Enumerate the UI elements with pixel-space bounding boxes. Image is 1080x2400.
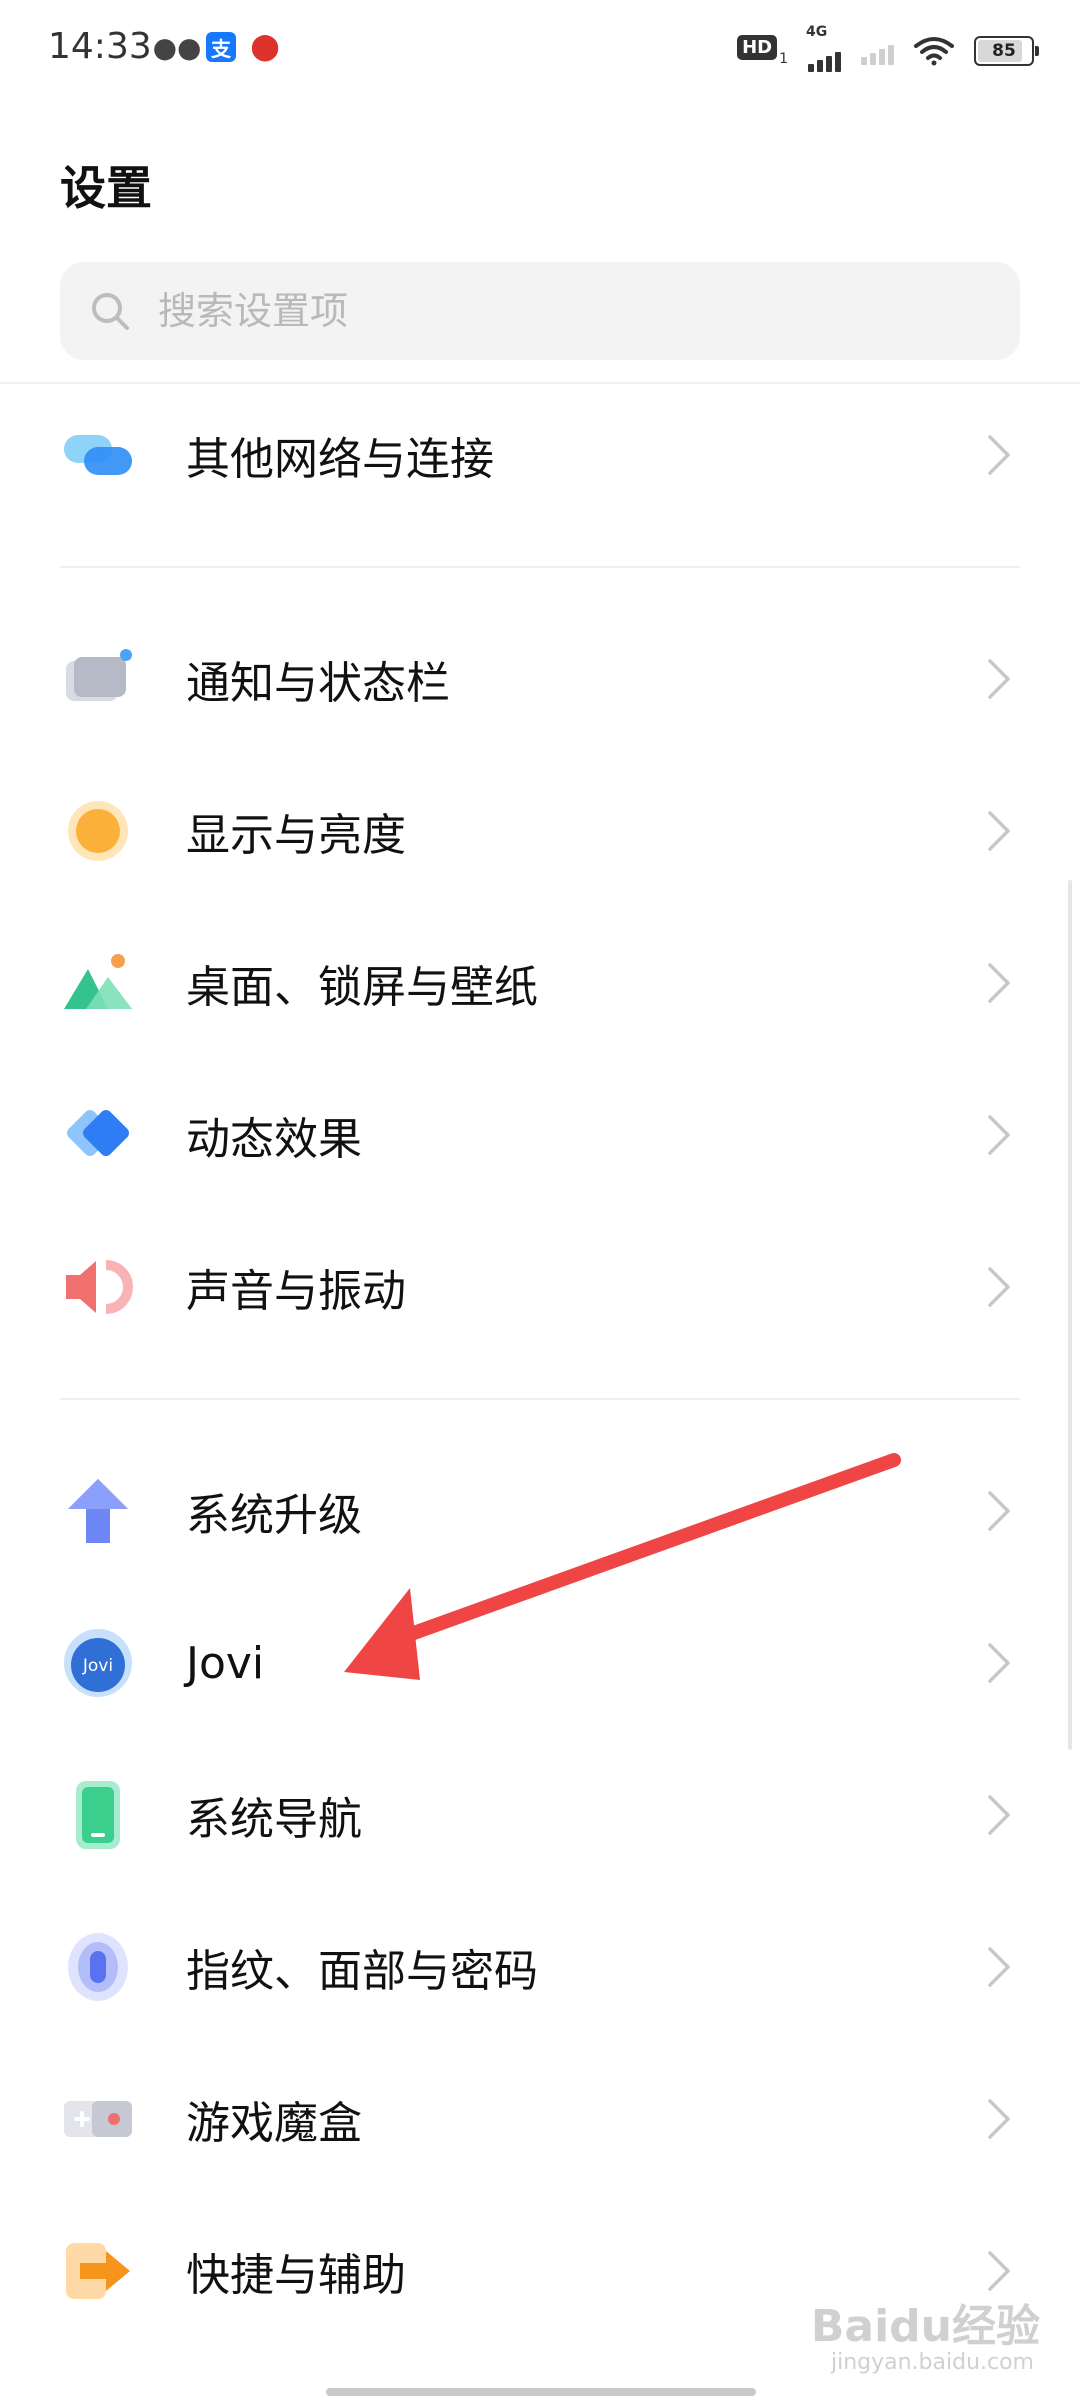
status-indicators: HD 1 4G 85 bbox=[737, 24, 1039, 72]
jovi-icon: Jovi bbox=[64, 1629, 132, 1697]
game-box-icon bbox=[64, 2101, 132, 2137]
system-navigation-icon bbox=[76, 1781, 120, 1849]
setting-system-navigation[interactable]: 系统导航 bbox=[0, 1740, 1080, 1890]
setting-game-box[interactable]: 游戏魔盒 bbox=[0, 2044, 1080, 2194]
setting-label: 桌面、锁屏与壁纸 bbox=[186, 962, 538, 1013]
jovi-icon-text: Jovi bbox=[82, 1656, 113, 1676]
wechat-icon: ●● bbox=[152, 30, 202, 64]
page-title: 设置 bbox=[60, 161, 152, 215]
search-input[interactable] bbox=[156, 288, 960, 334]
setting-system-upgrade[interactable]: 系统升级 bbox=[0, 1436, 1080, 1586]
setting-label: 系统导航 bbox=[186, 1794, 362, 1845]
setting-label: 通知与状态栏 bbox=[186, 658, 450, 709]
chevron-right-icon bbox=[988, 811, 1010, 851]
wallpaper-icon bbox=[64, 954, 132, 1009]
hd-badge: HD bbox=[737, 35, 778, 60]
search-box[interactable] bbox=[60, 262, 1020, 360]
chevron-right-icon bbox=[988, 1491, 1010, 1531]
setting-label: 快捷与辅助 bbox=[186, 2250, 406, 2301]
notification-icon bbox=[66, 649, 132, 701]
chevron-right-icon bbox=[988, 1947, 1010, 1987]
setting-jovi[interactable]: Jovi Jovi bbox=[0, 1588, 1080, 1738]
setting-label: 显示与亮度 bbox=[186, 810, 406, 861]
chevron-right-icon bbox=[988, 1267, 1010, 1307]
setting-dynamic-effects[interactable]: 动态效果 bbox=[0, 1060, 1080, 1210]
chevron-right-icon bbox=[988, 1115, 1010, 1155]
setting-display-brightness[interactable]: 显示与亮度 bbox=[0, 756, 1080, 906]
setting-label: 游戏魔盒 bbox=[186, 2098, 362, 2149]
shortcuts-icon bbox=[66, 2243, 130, 2299]
setting-label: 系统升级 bbox=[186, 1490, 362, 1541]
chevron-right-icon bbox=[988, 1795, 1010, 1835]
setting-label: 动态效果 bbox=[186, 1114, 362, 1165]
cellular-signal-2-icon bbox=[861, 37, 894, 65]
home-indicator[interactable] bbox=[326, 2388, 756, 2396]
setting-notifications[interactable]: 通知与状态栏 bbox=[0, 604, 1080, 754]
scrollbar[interactable] bbox=[1068, 880, 1072, 1750]
status-time: 14:33 bbox=[48, 26, 152, 67]
notification-icons: ●● 支 ⬤ bbox=[152, 30, 280, 64]
search-icon bbox=[92, 293, 129, 330]
sound-icon bbox=[66, 1260, 133, 1314]
setting-desktop-wallpaper[interactable]: 桌面、锁屏与壁纸 bbox=[0, 908, 1080, 1058]
chevron-right-icon bbox=[988, 2099, 1010, 2139]
fingerprint-icon bbox=[68, 1933, 128, 2001]
display-brightness-icon bbox=[68, 801, 128, 861]
wifi-icon bbox=[914, 37, 954, 66]
group-divider bbox=[60, 1398, 1020, 1400]
map-pin-icon: ⬤ bbox=[250, 32, 280, 62]
status-bar: 14:33 ●● 支 ⬤ HD 1 4G 85 bbox=[0, 0, 1080, 100]
chevron-right-icon bbox=[988, 1643, 1010, 1683]
setting-label: 其他网络与连接 bbox=[186, 434, 494, 485]
battery-icon: 85 bbox=[974, 36, 1039, 66]
chevron-right-icon bbox=[988, 659, 1010, 699]
chevron-right-icon bbox=[988, 2251, 1010, 2291]
watermark-logo: Baidu经验 bbox=[810, 2301, 1040, 2352]
alipay-icon: 支 bbox=[206, 32, 236, 62]
setting-other-networks[interactable]: 其他网络与连接 bbox=[0, 380, 1080, 530]
battery-level: 85 bbox=[992, 41, 1016, 61]
dynamic-effects-icon bbox=[67, 1110, 129, 1156]
system-upgrade-icon bbox=[68, 1479, 128, 1543]
watermark-url: jingyan.baidu.com bbox=[830, 2350, 1034, 2375]
setting-sound-vibration[interactable]: 声音与振动 bbox=[0, 1212, 1080, 1362]
network-connection-icon bbox=[64, 435, 132, 475]
setting-label: 声音与振动 bbox=[186, 1266, 406, 1317]
chevron-right-icon bbox=[988, 963, 1010, 1003]
chevron-right-icon bbox=[988, 435, 1010, 475]
group-divider bbox=[60, 566, 1020, 568]
network-type-label: 4G bbox=[806, 24, 828, 40]
setting-label: Jovi bbox=[186, 1637, 265, 1689]
hd-sub: 1 bbox=[779, 51, 788, 67]
setting-fingerprint-face-password[interactable]: 指纹、面部与密码 bbox=[0, 1892, 1080, 2042]
cellular-signal-icon: 4G bbox=[806, 24, 841, 72]
setting-label: 指纹、面部与密码 bbox=[186, 1946, 538, 1997]
